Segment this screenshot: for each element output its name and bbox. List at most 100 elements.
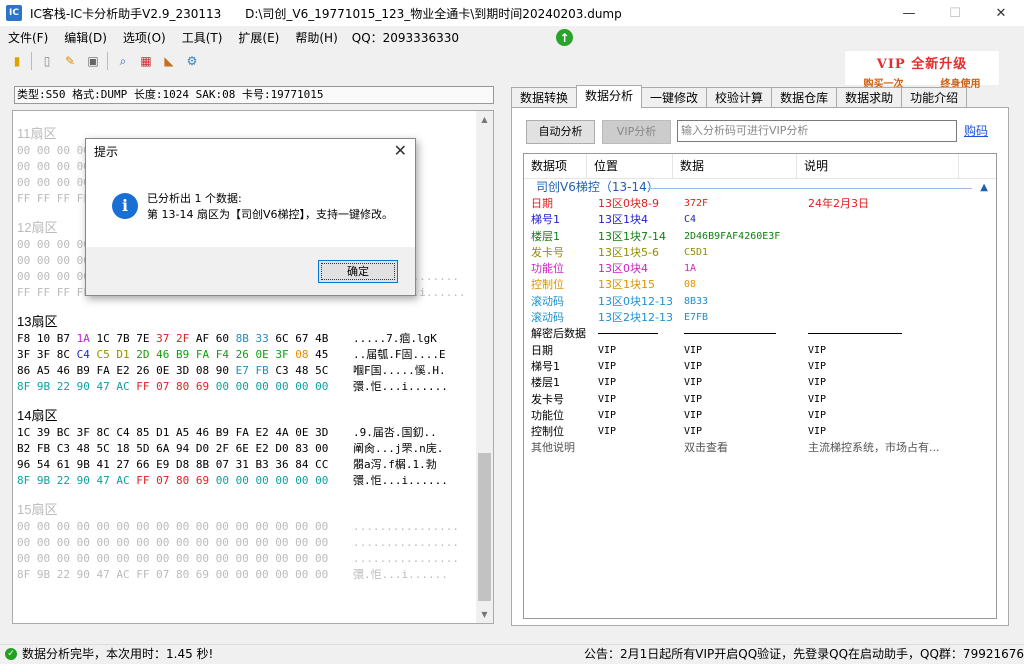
menu-tools[interactable]: 工具(T) — [174, 29, 231, 46]
tab-checksum[interactable]: 校验计算 — [706, 87, 773, 108]
hex-bytes: B2 FB C3 48 5C 18 5D 6A 94 D0 2F 6E E2 D… — [17, 442, 328, 455]
menu-file[interactable]: 文件(F) — [0, 29, 56, 46]
hex-row[interactable]: 00 00 00 00 00 00 00 00 00 00 00 00 00 0… — [17, 519, 459, 535]
buy-code-link[interactable]: 购码 — [964, 122, 988, 139]
tab-data-help[interactable]: 数据求助 — [836, 87, 903, 108]
tab-features[interactable]: 功能介绍 — [901, 87, 968, 108]
list-item[interactable]: 梯号1 13区1块4 C4 — [524, 212, 996, 228]
column-header-position[interactable]: 位置 — [587, 154, 673, 178]
maximize-button[interactable]: ☐ — [932, 0, 978, 26]
column-header-description[interactable]: 说明 — [797, 154, 959, 178]
tab-one-click-modify[interactable]: 一键修改 — [641, 87, 708, 108]
edit-pencil-icon[interactable]: ✎ — [61, 52, 79, 70]
cell-name: 滚动码 — [531, 294, 564, 308]
hex-byte: A5 — [36, 364, 51, 377]
hex-row[interactable]: 3F 3F 8C C4 C5 D1 2D 46 B9 FA F4 26 0E 3… — [17, 347, 446, 363]
list-item[interactable]: 楼层1 13区1块7-14 2D46B9FAF4260E3F — [524, 229, 996, 245]
new-file-icon[interactable]: ▯ — [38, 52, 56, 70]
cell-name: 滚动码 — [531, 311, 564, 325]
cell-name: 控制位 — [531, 425, 564, 439]
hex-byte: D1 — [156, 426, 170, 439]
group-header[interactable]: 司创V6梯控（13-14） ▲ — [524, 179, 996, 196]
hex-row[interactable]: 1C 39 BC 3F 8C C4 85 D1 A5 46 B9 FA E2 4… — [17, 425, 437, 441]
search-icon[interactable]: ⌕ — [114, 52, 132, 70]
update-arrow-icon[interactable]: ↑ — [556, 29, 573, 46]
hex-row[interactable]: 00 00 00 00 00 00 00 00 00 00 00 00 00 0… — [17, 535, 459, 551]
menu-extensions[interactable]: 扩展(E) — [230, 29, 287, 46]
list-item[interactable]: 梯号1 VIP VIP VIP — [524, 359, 996, 375]
collapse-chevron-icon[interactable]: ▲ — [980, 179, 988, 196]
vip-analyze-button[interactable]: VIP分析 — [602, 120, 671, 144]
cell-data: E7FB — [684, 312, 709, 324]
hex-byte: F4 — [215, 348, 229, 361]
calendar-icon[interactable]: ▦ — [137, 52, 155, 70]
check-icon: ✓ — [5, 648, 17, 660]
dialog-close-icon[interactable]: ✕ — [394, 141, 407, 160]
hex-row[interactable]: 96 54 61 9B 41 27 66 E9 D8 8B 07 31 B3 3… — [17, 457, 437, 473]
hex-row[interactable]: 8F 9B 22 90 47 AC FF 07 80 69 00 00 00 0… — [17, 473, 448, 489]
hex-byte: 9B — [36, 474, 51, 487]
hex-byte: 47 — [96, 474, 110, 487]
scroll-down-icon[interactable]: ▼ — [476, 606, 493, 623]
vip-banner[interactable]: VIP 全新升级 购买一次 终身使用 — [844, 50, 1000, 90]
cell-name: 楼层1 — [531, 376, 560, 390]
tab-data-convert[interactable]: 数据转换 — [511, 87, 578, 108]
scroll-up-icon[interactable]: ▲ — [476, 111, 493, 128]
analysis-code-input[interactable]: 输入分析码可进行VIP分析 — [677, 120, 957, 142]
hex-byte: 48 — [76, 442, 90, 455]
hex-byte: 36 — [275, 458, 289, 471]
list-item[interactable]: 日期 VIP VIP VIP — [524, 343, 996, 359]
hex-row[interactable]: 8F 9B 22 90 47 AC FF 07 80 69 00 00 00 0… — [17, 379, 448, 395]
column-header-item[interactable]: 数据项 — [524, 154, 587, 178]
menu-help[interactable]: 帮助(H) — [287, 29, 345, 46]
list-item[interactable]: 功能位 VIP VIP VIP — [524, 408, 996, 424]
list-item[interactable]: 功能位 13区0块4 1A — [524, 261, 996, 277]
analysis-data-list[interactable]: 数据项 位置 数据 说明 司创V6梯控（13-14） ▲ 日期 13区0块8-9 3… — [523, 153, 997, 619]
hex-byte: 83 — [295, 442, 309, 455]
auto-analyze-button[interactable]: 自动分析 — [526, 120, 595, 144]
hex-byte: 00 — [275, 380, 289, 393]
hex-scrollbar[interactable]: ▲ ▼ — [476, 111, 493, 623]
menu-edit[interactable]: 编辑(D) — [56, 29, 115, 46]
hex-byte: B9 — [176, 348, 190, 361]
minimize-button[interactable]: — — [886, 0, 932, 26]
hex-byte: 2D — [136, 348, 150, 361]
scroll-thumb[interactable] — [478, 453, 491, 601]
ruler-icon[interactable]: ◣ — [160, 52, 178, 70]
hex-byte: 3D — [315, 426, 329, 439]
tab-data-analysis[interactable]: 数据分析 — [576, 85, 643, 108]
hex-row[interactable]: F8 10 B7 1A 1C 7B 7E 37 2F AF 60 8B 33 6… — [17, 331, 437, 347]
cell-pos: VIP — [598, 393, 617, 405]
hex-row[interactable]: B2 FB C3 48 5C 18 5D 6A 94 D0 2F 6E E2 D… — [17, 441, 443, 457]
list-item[interactable]: 楼层1 VIP VIP VIP — [524, 375, 996, 391]
app-icon: IC — [6, 5, 22, 21]
list-item[interactable]: 控制位 13区1块15 08 — [524, 277, 996, 293]
list-item[interactable]: 发卡号 13区1块5-6 C5D1 — [524, 245, 996, 261]
hex-byte: 3F — [275, 348, 289, 361]
hex-row[interactable]: 8F 9B 22 90 47 AC FF 07 80 69 00 00 00 0… — [17, 567, 448, 583]
hex-byte: 22 — [56, 380, 70, 393]
list-item[interactable]: 其他说明 双击查看 主流梯控系统，市场占有... — [524, 440, 996, 456]
hex-byte: 08 — [195, 364, 210, 377]
list-item[interactable]: 控制位 VIP VIP VIP — [524, 424, 996, 440]
menu-options[interactable]: 选项(O) — [115, 29, 174, 46]
dialog-ok-button[interactable]: 确定 — [318, 260, 398, 283]
list-item[interactable]: 日期 13区0块8-9 372F 24年2月3日 — [524, 196, 996, 212]
hex-row[interactable]: 86 A5 46 B9 FA E2 26 0E 3D 08 90 E7 FB C… — [17, 363, 446, 379]
list-item[interactable]: 发卡号 VIP VIP VIP — [524, 392, 996, 408]
save-icon[interactable]: ▣ — [84, 52, 102, 70]
close-button[interactable]: ✕ — [978, 0, 1024, 26]
settings-icon[interactable]: ⚙ — [183, 52, 201, 70]
list-item[interactable]: 滚动码 13区0块12-13 8B33 — [524, 294, 996, 310]
hex-byte: 9B — [76, 458, 90, 471]
hex-byte: E2 — [116, 364, 130, 377]
cell-data: 08 — [684, 279, 697, 291]
open-folder-icon[interactable]: ▮ — [8, 52, 26, 70]
hex-byte: 46 — [195, 426, 210, 439]
app-title: IC客栈-IC卡分析助手V2.9_230113 — [30, 6, 222, 21]
list-item[interactable]: 滚动码 13区2块12-13 E7FB — [524, 310, 996, 326]
tab-data-warehouse[interactable]: 数据仓库 — [771, 87, 838, 108]
hex-byte: FA — [195, 348, 210, 361]
hex-row[interactable]: 00 00 00 00 00 00 00 00 00 00 00 00 00 0… — [17, 551, 459, 567]
column-header-data[interactable]: 数据 — [673, 154, 797, 178]
